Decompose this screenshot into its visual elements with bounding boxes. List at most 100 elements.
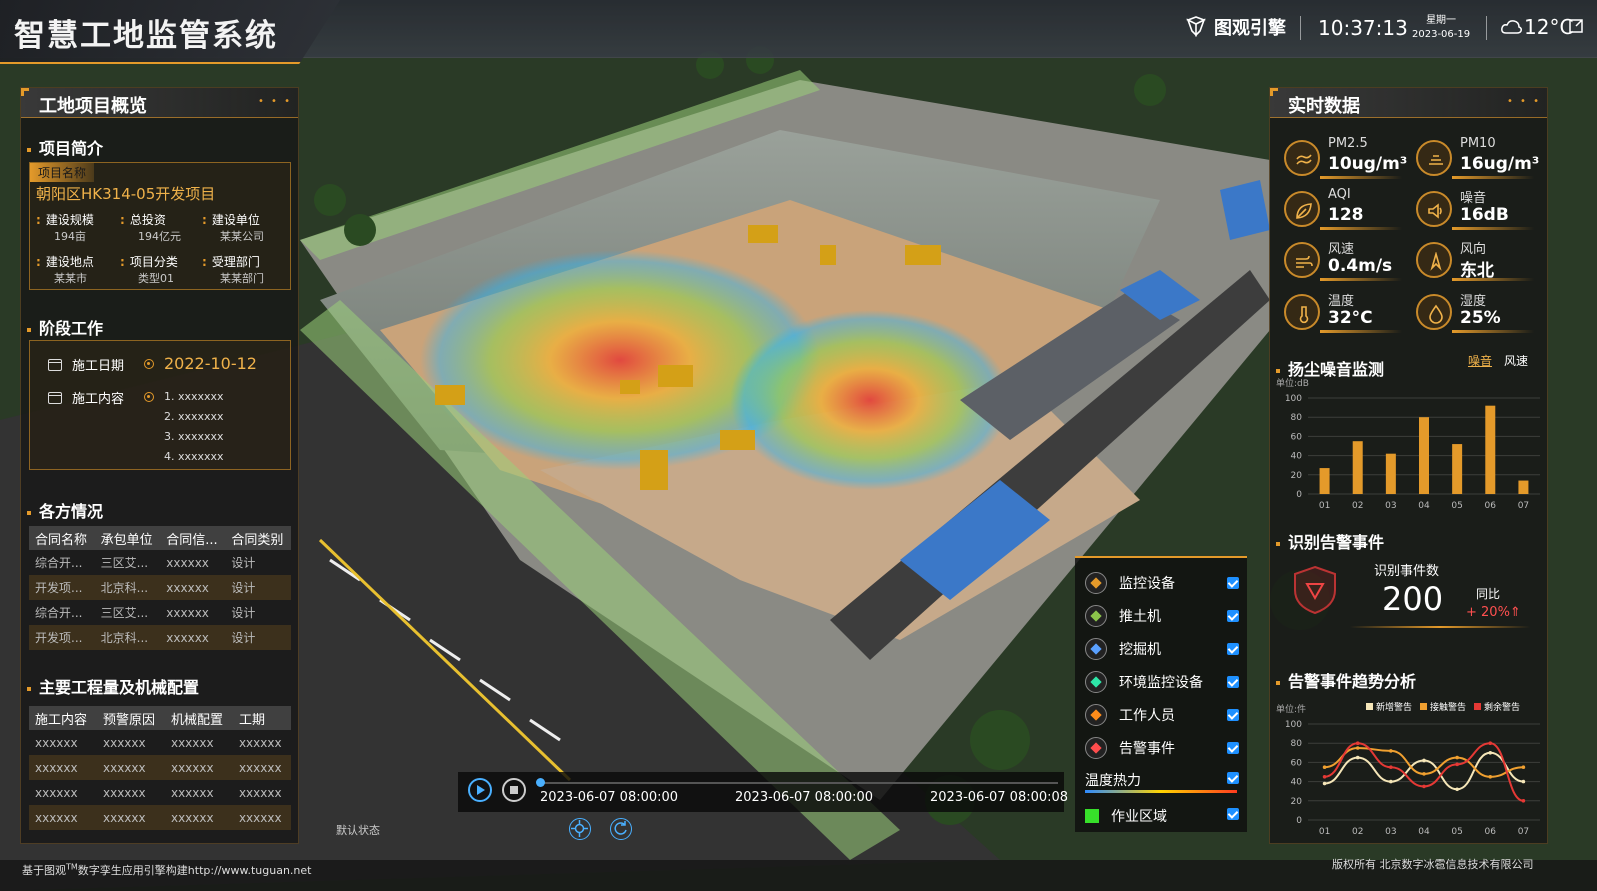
stage-content-label: 施工内容	[48, 388, 124, 407]
metric-label: 噪音	[1460, 191, 1487, 206]
x-tick-label: 03	[1385, 827, 1396, 837]
metric-label: PM2.5	[1328, 136, 1368, 151]
brand: 图观引擎	[1184, 14, 1286, 40]
locate-button[interactable]	[569, 818, 591, 840]
legend-checkbox[interactable]	[1227, 709, 1239, 721]
table-row[interactable]: xxxxxx xxxxxx xxxxxx xxxxxx	[29, 755, 291, 780]
data-point[interactable]	[1521, 779, 1526, 784]
area-checkbox[interactable]	[1227, 808, 1239, 820]
legend-checkbox[interactable]	[1227, 676, 1239, 688]
bar[interactable]	[1518, 480, 1529, 494]
heat-checkbox[interactable]	[1227, 772, 1239, 784]
stage-box: 施工日期 2022-10-12 施工内容 1. xxxxxxx 2. xxxxx…	[29, 340, 291, 470]
legend-item[interactable]: 挖掘机	[1085, 638, 1161, 660]
table-row[interactable]: xxxxxx xxxxxx xxxxxx xxxxxx	[29, 730, 291, 755]
table-row[interactable]: xxxxxx xxxxxx xxxxxx xxxxxx	[29, 780, 291, 805]
metric-label: 风速	[1328, 242, 1355, 257]
data-point[interactable]	[1422, 758, 1426, 763]
timeline-handle[interactable]	[536, 778, 545, 787]
play-button[interactable]	[468, 778, 492, 802]
bar[interactable]	[1452, 444, 1463, 494]
data-point[interactable]	[1422, 784, 1426, 789]
legend-item[interactable]: 告警事件	[1085, 737, 1175, 759]
calendar-icon	[48, 358, 62, 371]
stage-date-label: 施工日期	[48, 355, 124, 374]
data-point[interactable]	[1389, 779, 1393, 784]
metric-icon-wrap	[1284, 242, 1320, 278]
alarm-count: 200	[1382, 580, 1444, 618]
data-point[interactable]	[1355, 755, 1360, 760]
metric-label: AQI	[1328, 187, 1351, 202]
data-point[interactable]	[1422, 772, 1426, 776]
metric-icon-wrap	[1416, 140, 1452, 176]
data-point[interactable]	[1389, 749, 1393, 753]
metric-value: 16ug/m³	[1460, 154, 1540, 174]
data-point[interactable]	[1322, 781, 1327, 786]
series-line	[1324, 751, 1524, 791]
more-dots: • • •	[257, 96, 292, 107]
legend-heat[interactable]: 温度热力	[1085, 770, 1141, 790]
legend-item[interactable]: 监控设备	[1085, 572, 1175, 594]
data-point[interactable]	[1521, 765, 1526, 769]
panel-title: 实时数据	[1288, 96, 1360, 117]
data-point[interactable]	[1389, 765, 1393, 769]
legend-item[interactable]: 工作人员	[1085, 704, 1175, 726]
legend-item[interactable]: 环境监控设备	[1085, 671, 1203, 693]
field-scale: 建设规模194亩	[36, 211, 94, 244]
data-point[interactable]	[1455, 787, 1459, 792]
legend-checkbox[interactable]	[1227, 577, 1239, 589]
bar[interactable]	[1385, 453, 1396, 494]
dust-noise-bar-chart: 单位:dB 0 20 40 60 80 100 01 02 03 04 05 06 07	[1276, 377, 1540, 511]
bar[interactable]	[1319, 468, 1330, 494]
timeline-track[interactable]	[538, 782, 1058, 784]
table-row[interactable]: xxxxxx xxxxxx xxxxxx xxxxxx	[29, 805, 291, 830]
legend-checkbox[interactable]	[1227, 610, 1239, 622]
legend-checkbox[interactable]	[1227, 643, 1239, 655]
tab-noise[interactable]: 噪音	[1468, 352, 1492, 369]
bar[interactable]	[1419, 417, 1429, 494]
shield-alert-icon	[1294, 565, 1336, 615]
data-point[interactable]	[1488, 751, 1493, 755]
table-row[interactable]: 综合开... 三区艾... xxxxxx 设计	[29, 600, 291, 625]
project-intro-box: 项目名称 朝阳区HK314-05开发项目 建设规模194亩 总投资194亿元 建…	[29, 162, 291, 290]
table-row[interactable]: 开发项... 北京科... xxxxxx 设计	[29, 625, 291, 650]
y-tick-label: 60	[1291, 432, 1303, 442]
x-tick-label: 04	[1418, 501, 1430, 511]
reset-button[interactable]	[610, 818, 632, 840]
bar[interactable]	[1485, 405, 1496, 494]
brand-logo-icon	[1186, 16, 1206, 37]
stage-date-value: 2022-10-12	[164, 354, 257, 373]
refresh-icon	[614, 821, 627, 835]
data-point[interactable]	[1488, 741, 1493, 745]
chart-unit: 单位:dB	[1276, 377, 1309, 389]
metric-label: 湿度	[1460, 294, 1487, 309]
table-row[interactable]: 开发项... 北京科... xxxxxx 设计	[29, 575, 291, 600]
layer-legend-panel: 监控设备推土机挖掘机环境监控设备 工作人员告警事件 温度热力 作业区域	[1075, 556, 1247, 832]
table-row[interactable]: 综合开... 三区艾... xxxxxx 设计	[29, 550, 291, 575]
data-point[interactable]	[1322, 775, 1327, 779]
series-line	[1324, 742, 1524, 802]
metric-value: 16dB	[1460, 205, 1509, 225]
bar[interactable]	[1352, 441, 1363, 494]
legend-area[interactable]: 作业区域	[1085, 806, 1167, 826]
legend-item[interactable]: 推土机	[1085, 605, 1161, 627]
project-overview-panel: 工地项目概览 • • • 项目简介 项目名称 朝阳区HK314-05开发项目 建…	[20, 87, 299, 844]
metric-icon-wrap	[1416, 294, 1452, 330]
state-select[interactable]: 默认状态	[336, 822, 380, 838]
data-point[interactable]	[1355, 741, 1360, 745]
tab-wind[interactable]: 风速	[1504, 352, 1528, 369]
data-point[interactable]	[1521, 799, 1526, 803]
yoy-label: 同比	[1476, 587, 1501, 601]
data-point[interactable]	[1322, 765, 1327, 769]
fullscreen-icon[interactable]	[1568, 18, 1584, 34]
data-point[interactable]	[1455, 755, 1459, 760]
stage-item: 2. xxxxxxx	[164, 410, 224, 423]
x-tick-label: 01	[1319, 827, 1330, 837]
metric-item: PM10 16ug/m³	[1416, 136, 1540, 180]
data-point[interactable]	[1488, 775, 1493, 779]
stop-button[interactable]	[502, 778, 526, 802]
legend-checkbox[interactable]	[1227, 742, 1239, 754]
legend-marker-icon	[1085, 572, 1107, 594]
data-point[interactable]	[1355, 746, 1360, 750]
data-point[interactable]	[1455, 762, 1459, 767]
